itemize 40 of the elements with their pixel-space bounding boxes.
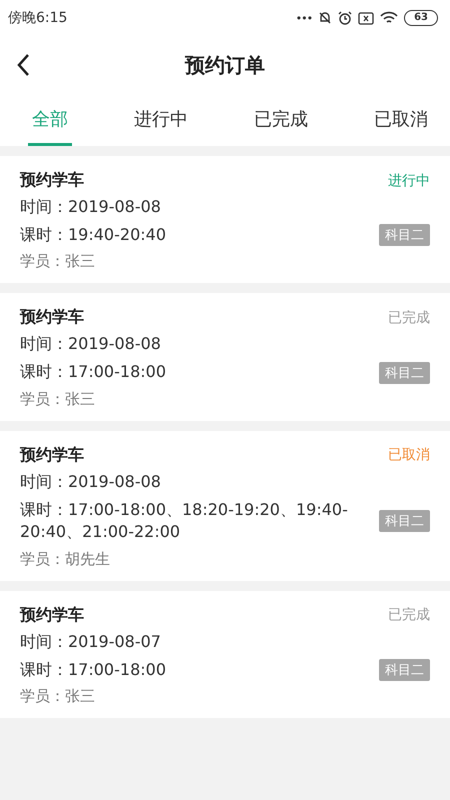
- order-card[interactable]: 预约学车 已完成 时间：2019-08-07 课时：17:00-18:00 科目二 学员：张三: [0, 590, 450, 718]
- order-status: 已完成: [388, 308, 430, 327]
- lesson-time: 课时：19:40-20:40: [20, 224, 167, 246]
- order-date: 时间：2019-08-08: [20, 197, 162, 218]
- sim-off-icon: [358, 12, 374, 24]
- lesson-time: 课时：17:00-18:00: [20, 658, 167, 681]
- lesson-time: 课时：17:00-18:00、18:20-19:20、19:40-20:40、21:00-22:00: [20, 498, 349, 544]
- student-name: 学员：张三: [20, 390, 96, 409]
- subject-tag: 科目二: [379, 658, 430, 681]
- student-name: 学员：胡先生: [20, 550, 111, 569]
- student-name: 学员：张三: [20, 686, 96, 706]
- order-card[interactable]: 预约学车 已完成 时间：2019-08-08 课时：17:00-18:00 科目二 学员：张三: [0, 293, 450, 421]
- subject-tag: 科目二: [379, 224, 430, 246]
- order-title: 预约学车: [20, 604, 84, 626]
- order-date: 时间：2019-08-08: [20, 472, 162, 493]
- subject-tag: 科目二: [379, 510, 430, 532]
- alarm-icon: [338, 11, 352, 25]
- subject-tag: 科目二: [379, 362, 430, 384]
- page-title: 预约订单: [185, 52, 265, 78]
- more-dots-icon: •••: [296, 12, 312, 24]
- filter-tab[interactable]: 已取消: [370, 94, 432, 146]
- status-time: 傍晚6:15: [8, 9, 68, 27]
- lesson-time: 课时：17:00-18:00: [20, 361, 167, 384]
- back-icon[interactable]: [16, 53, 30, 77]
- student-name: 学员：张三: [20, 252, 96, 272]
- battery-indicator: 63: [404, 10, 438, 26]
- filter-tab[interactable]: 已完成: [250, 94, 312, 146]
- order-status: 已完成: [388, 606, 430, 624]
- order-status: 进行中: [388, 172, 430, 190]
- order-date: 时间：2019-08-07: [20, 632, 162, 653]
- order-title: 预约学车: [20, 307, 84, 328]
- order-title: 预约学车: [20, 444, 84, 466]
- order-date: 时间：2019-08-08: [20, 334, 162, 356]
- order-card[interactable]: 预约学车 已取消 时间：2019-08-08 课时：17:00-18:00、18:20-19:20、19:40-20:40、21:00-22:00 科目二 学员：胡先生: [0, 430, 450, 581]
- muted-bell-icon: [318, 11, 332, 25]
- order-status: 已取消: [388, 446, 430, 464]
- filter-tab[interactable]: 进行中: [130, 94, 192, 146]
- order-title: 预约学车: [20, 170, 84, 191]
- order-card[interactable]: 预约学车 进行中 时间：2019-08-08 课时：19:40-20:40 科目二 学员：张三: [0, 156, 450, 284]
- wifi-icon: [380, 11, 398, 25]
